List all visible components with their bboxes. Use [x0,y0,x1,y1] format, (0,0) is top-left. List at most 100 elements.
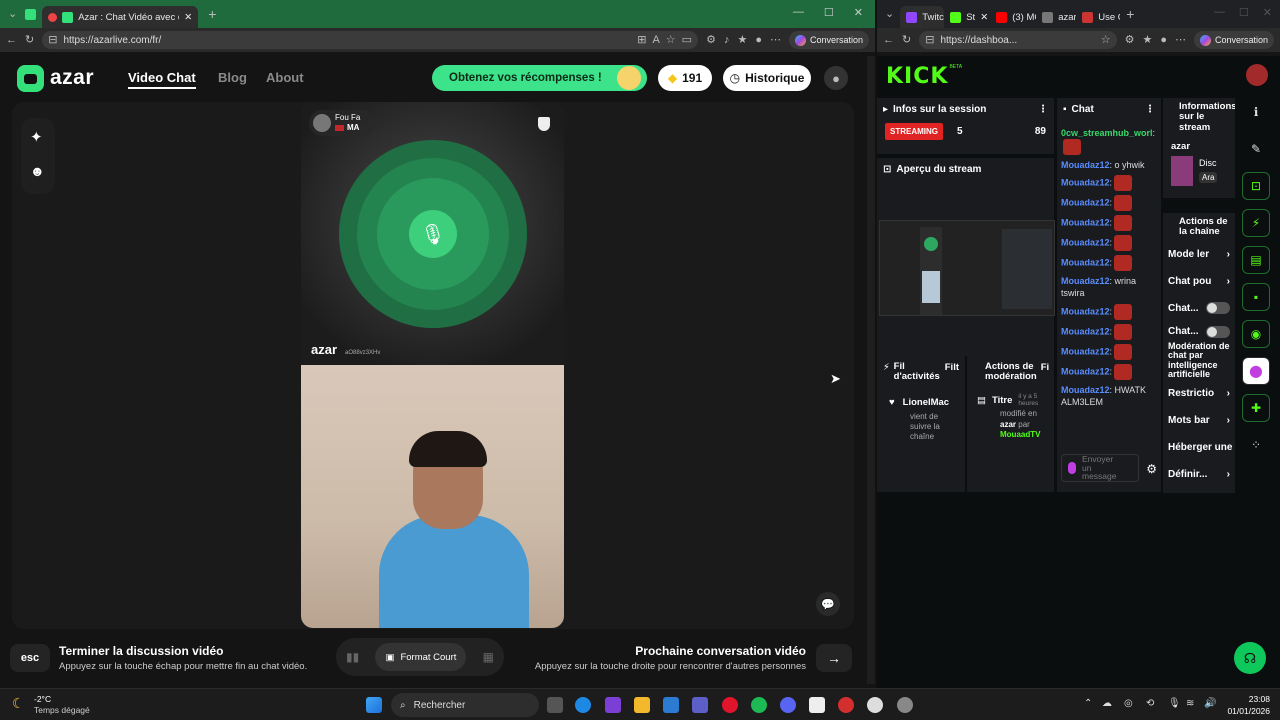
action-host[interactable]: Héberger une [1163,434,1235,461]
edge-icon[interactable] [575,697,591,713]
taskbar-search[interactable]: ⌕ Rechercher [391,693,539,717]
workspace-icon[interactable] [25,8,37,20]
chat-settings-icon[interactable]: ⚙ [1146,462,1157,476]
chat-username[interactable]: Mouadaz12 [1061,198,1110,208]
next-arrow-button[interactable]: → [816,644,852,672]
page-scrollbar[interactable] [867,56,875,684]
category-thumbnail[interactable] [1171,156,1193,186]
extensions-icon[interactable]: ⚙ [1125,34,1135,46]
chat-username[interactable]: Mouadaz12 [1061,385,1110,395]
conversation-button[interactable]: Conversation [788,31,869,49]
file-explorer-icon[interactable] [634,697,650,713]
support-headset-icon[interactable]: ☊ [1234,642,1266,674]
chat-username[interactable]: Mouadaz12 [1061,258,1110,268]
activity-filter-button[interactable]: Filt [945,362,959,373]
refresh-icon[interactable]: ↻ [902,34,911,46]
media-icon[interactable]: ♪ [724,34,730,46]
app-red-icon[interactable] [838,697,854,713]
report-shield-icon[interactable] [538,117,550,131]
tab-twitch[interactable]: Twitch [900,6,945,28]
tab-azar[interactable]: Azar : Chat Vidéo avec de no ✕ [42,6,199,28]
favorites-icon[interactable]: ★ [1142,34,1152,46]
account-icon[interactable]: ● [824,66,848,90]
camera-icon[interactable]: ▭ [682,34,692,46]
teams-icon[interactable] [692,697,708,713]
layout-split-icon[interactable]: ▮▮ [346,650,359,664]
tab-youtube[interactable]: (3) MC [990,6,1036,28]
azar-brand[interactable]: azar [50,66,94,90]
action-followers-chat[interactable]: Chat pou › [1163,268,1235,295]
new-tab-icon[interactable]: + [1126,7,1134,21]
refresh-icon[interactable]: ↻ [25,34,34,46]
esc-key-button[interactable]: esc [10,644,50,672]
emoji-icon[interactable]: ☻ [30,163,45,179]
close-window-icon[interactable]: ✕ [854,6,863,19]
stream-tag-2[interactable]: Ara [1199,172,1218,183]
toggle-switch[interactable] [1206,325,1230,338]
clock-date[interactable]: 01/01/2026 [1222,706,1270,716]
extensions-icon[interactable]: ⚙ [706,34,716,46]
url-field[interactable]: ⊟ https://azarlive.com/fr/ ⊞ A ☆ ▭ [42,31,699,49]
tray-app2-icon[interactable]: ⟲ [1146,698,1154,709]
discord-icon[interactable] [780,697,796,713]
read-aloud-icon[interactable]: A [652,34,659,46]
close-window-icon[interactable]: ✕ [1263,6,1272,19]
action-banned-words[interactable]: Mots bar › [1163,407,1235,434]
onedrive-icon[interactable]: ☁ [1102,698,1112,709]
action-chat-toggle-2[interactable]: Chat... [1163,322,1235,342]
chat-username[interactable]: Mouadaz12 [1061,218,1110,228]
wrench-icon[interactable]: ✚ [1242,394,1270,422]
back-icon[interactable]: ← [6,34,17,46]
chat-username[interactable]: Mouadaz12 [1061,160,1110,170]
info-icon[interactable]: ℹ [1242,98,1270,126]
store-icon[interactable] [663,697,679,713]
more-menu-icon[interactable]: ⋯ [1175,34,1186,46]
action-slow-mode[interactable]: Mode ler › [1163,241,1235,268]
moderation-filter-button[interactable]: Fi [1041,362,1049,373]
action-define[interactable]: Définir... › [1163,461,1235,488]
preview-icon[interactable]: ⊡ [1242,172,1270,200]
tab-azar[interactable]: azar - [1036,6,1076,28]
chat-input[interactable]: Envoyer un message [1061,454,1139,482]
windows-start-icon[interactable] [366,697,382,713]
notes-icon[interactable]: ▤ [1242,246,1270,274]
action-chat-toggle-1[interactable]: Chat... [1163,295,1235,322]
weather-moon-icon[interactable]: ☾ [12,695,25,712]
more-apps-icon[interactable]: ⁘ [1242,431,1270,459]
chat-username[interactable]: Mouadaz12 [1061,326,1110,336]
spotify-icon[interactable] [751,697,767,713]
user-avatar[interactable] [1246,64,1268,86]
chat-username[interactable]: Mouadaz12 [1061,346,1110,356]
nav-blog[interactable]: Blog [218,70,247,85]
chat-username[interactable]: Mouadaz12 [1061,276,1110,286]
remote-user-chip[interactable]: Fou Fa MA [309,110,375,136]
back-icon[interactable]: ← [883,34,894,46]
volume-icon[interactable]: 🔊 [1204,698,1216,709]
app-icon[interactable]: ⊞ [637,34,646,46]
tab-other[interactable]: Use Ol [1076,6,1120,28]
site-info-icon[interactable]: ⊟ [48,34,57,46]
profile-icon[interactable]: ● [1160,34,1167,46]
tab-list-icon[interactable]: ⌄ [885,8,894,20]
task-view-icon[interactable] [547,697,563,713]
azar-logo-icon[interactable] [17,65,44,92]
app-gray-icon[interactable] [897,697,913,713]
url-field[interactable]: ⊟ https://dashboa... ☆ [919,31,1117,49]
conversation-button[interactable]: Conversation [1193,31,1274,49]
favorites-icon[interactable]: ★ [737,34,747,46]
opera-icon[interactable] [722,697,738,713]
favorite-star-icon[interactable]: ☆ [1101,34,1111,46]
nav-about[interactable]: About [266,70,304,85]
action-restrictions[interactable]: Restrictio › [1163,380,1235,407]
effects-sparkle-icon[interactable]: ✦ [30,128,43,146]
app-icon[interactable] [809,697,825,713]
broadcast-icon[interactable]: ◉ [1242,320,1270,348]
nav-video-chat[interactable]: Video Chat [128,70,196,89]
session-menu-icon[interactable]: ⋮ [1038,104,1048,115]
new-tab-icon[interactable]: + [208,7,216,21]
close-tab-icon[interactable]: ✕ [980,12,988,23]
action-ai-moderation[interactable]: Modération de chat par intelligence arti… [1163,341,1235,380]
chat-username[interactable]: Mouadaz12 [1061,178,1110,188]
maximize-icon[interactable]: ☐ [1239,6,1249,19]
moderation-item-user[interactable]: MouaadTV [1000,430,1040,439]
